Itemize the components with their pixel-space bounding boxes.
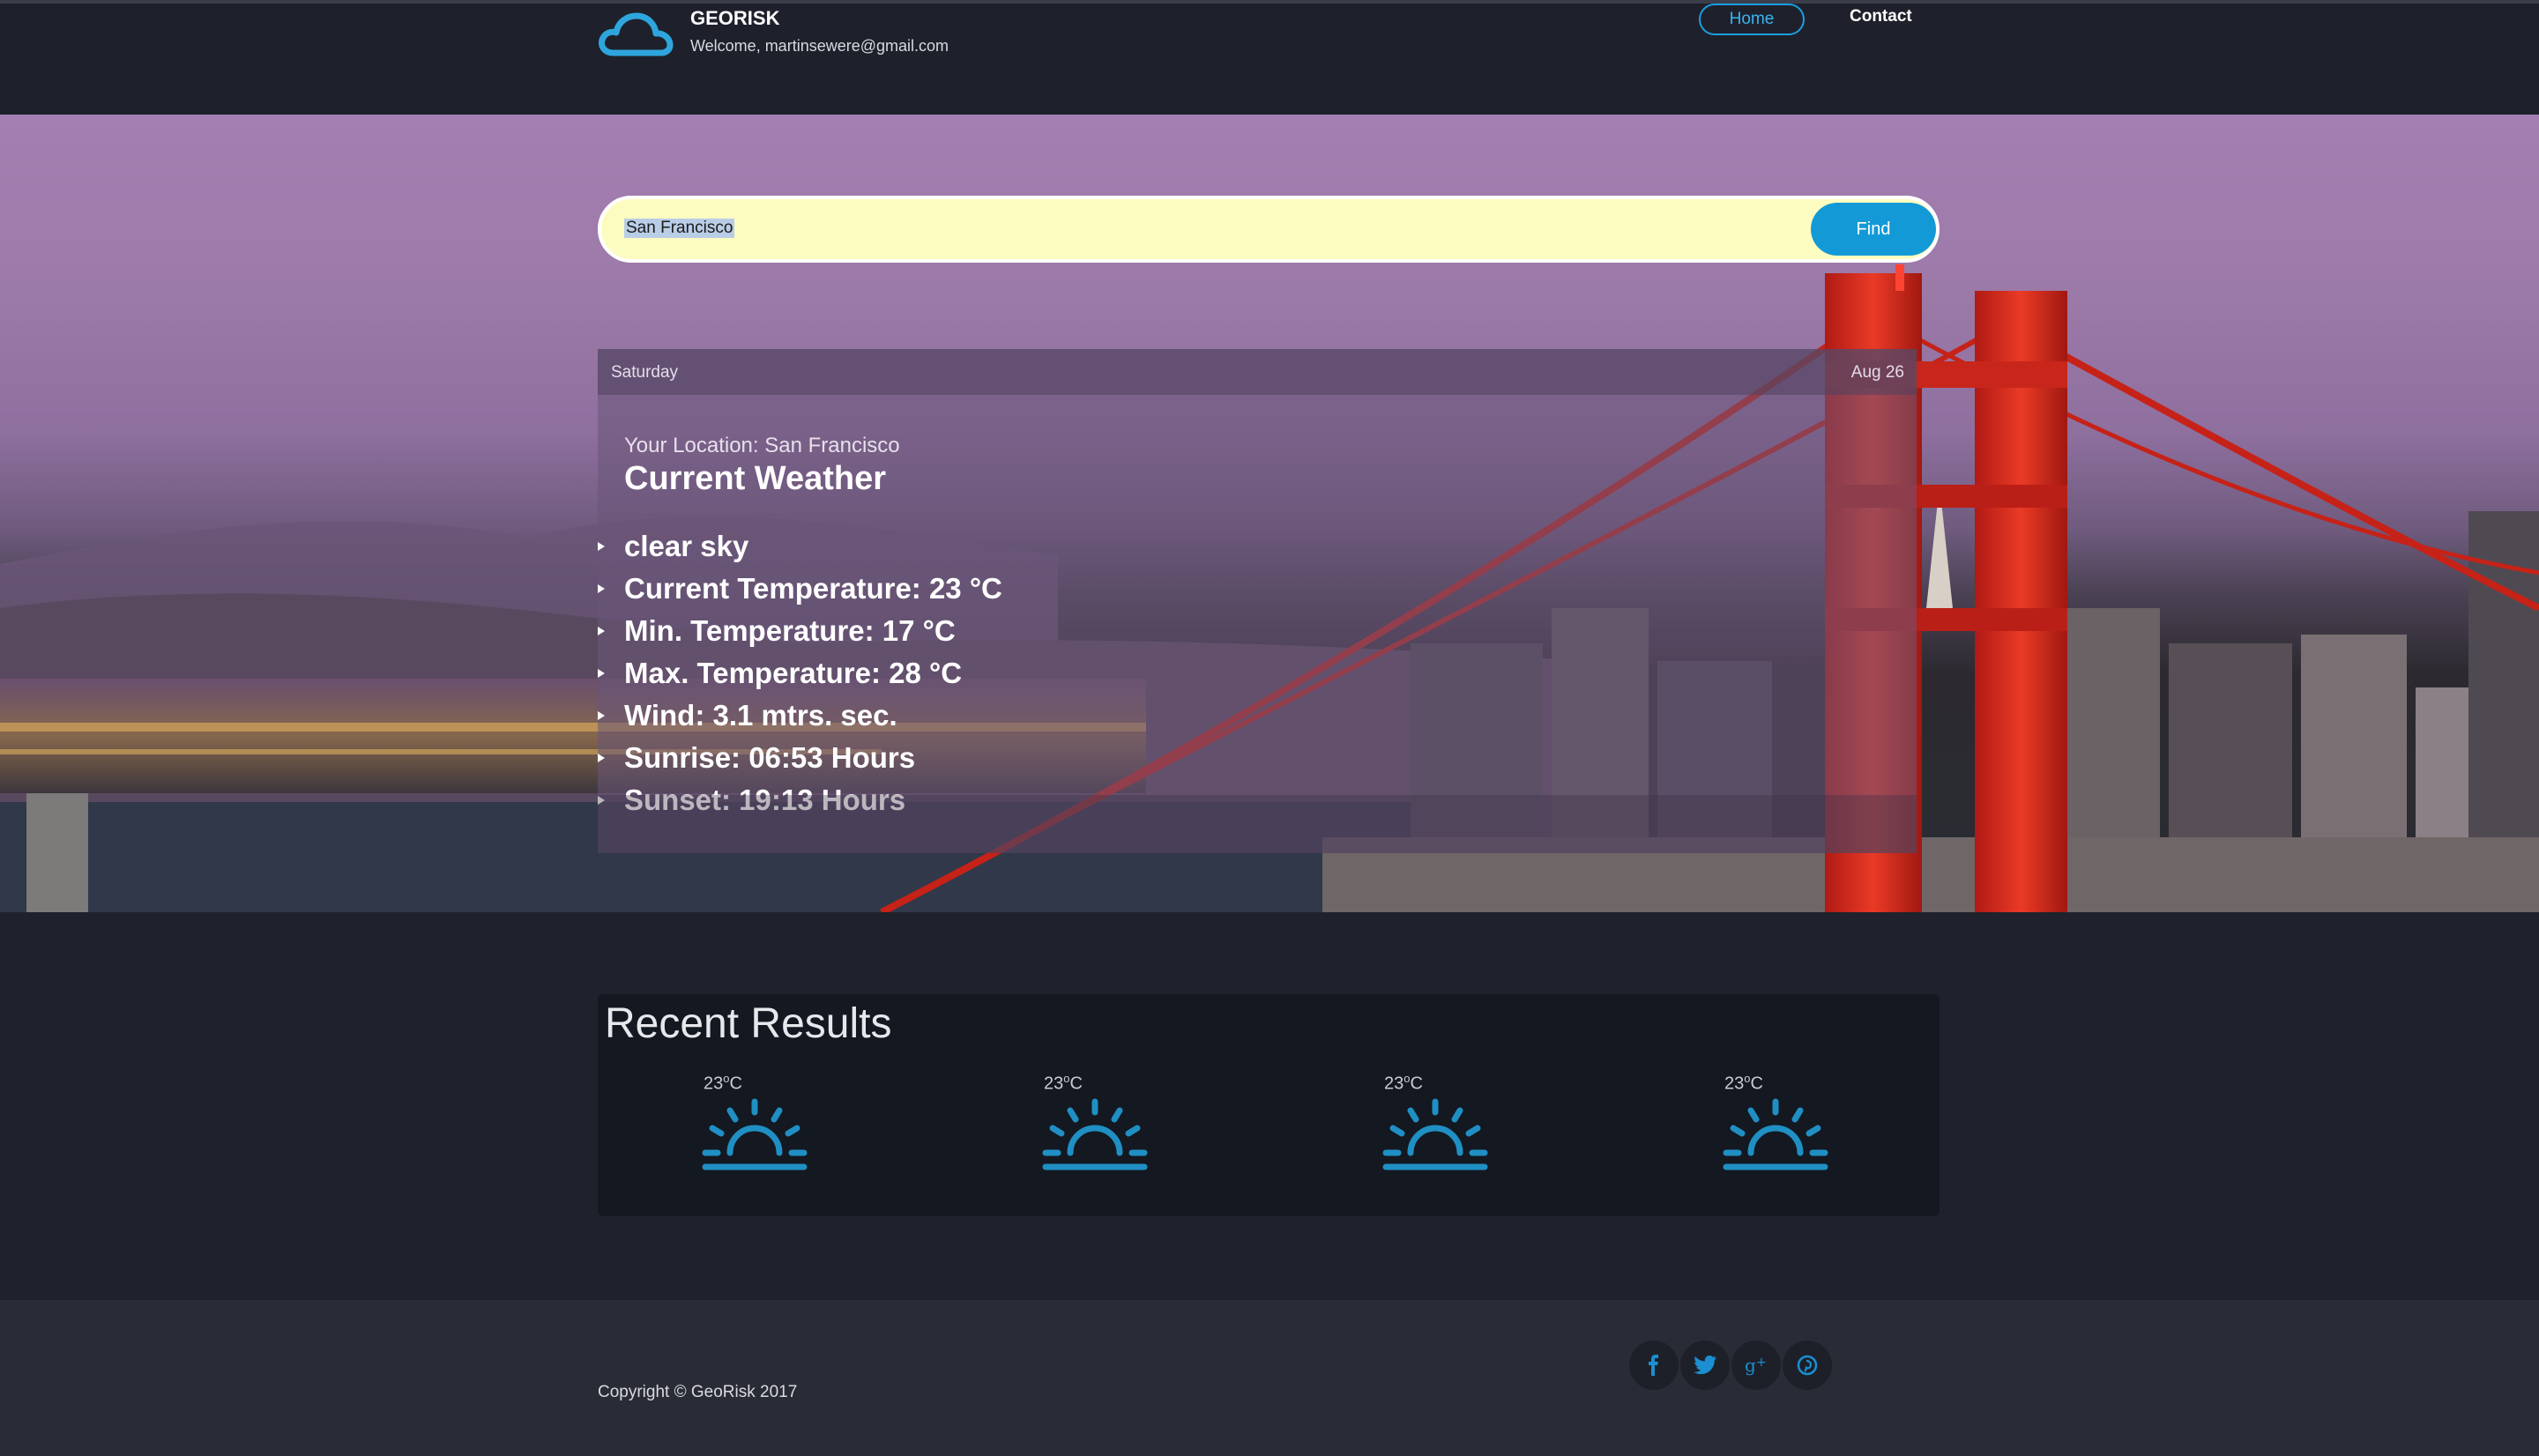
pinterest-icon[interactable] — [1783, 1341, 1832, 1390]
svg-text:+: + — [1756, 1356, 1767, 1370]
find-button[interactable]: Find — [1811, 203, 1936, 256]
weather-condition: clear sky — [598, 525, 1002, 568]
weather-details-list: clear sky Current Temperature: 23 °C Min… — [598, 525, 1002, 821]
result-temperature: 23oC — [1044, 1072, 1083, 1094]
result-temperature: 23oC — [1384, 1072, 1423, 1094]
search-bar: San Francisco Find — [598, 196, 1940, 263]
brand-name[interactable]: GEORISK — [690, 7, 779, 30]
google-plus-icon[interactable]: g + — [1731, 1341, 1781, 1390]
hero-banner: San Francisco Find Saturday Aug 26 Your … — [0, 115, 2539, 912]
site-header: GEORISK Welcome, martinsewere@gmail.com … — [0, 4, 2539, 115]
weather-card-header: Saturday Aug 26 — [598, 349, 1917, 395]
sunrise-icon — [1042, 1098, 1148, 1170]
sunrise-icon — [1382, 1098, 1488, 1170]
recent-result-item[interactable]: 23oC — [1031, 1072, 1155, 1177]
weather-current-temp: Current Temperature: 23 °C — [598, 568, 1002, 610]
weather-card: Saturday Aug 26 Your Location: San Franc… — [598, 349, 1917, 853]
weather-title: Current Weather — [624, 460, 887, 497]
search-input[interactable]: San Francisco — [624, 219, 735, 238]
recent-results-title: Recent Results — [605, 1000, 892, 1047]
nav-contact[interactable]: Contact — [1850, 7, 1912, 32]
recent-results-panel: Recent Results 23oC 23oC 23oC 23oC — [598, 994, 1940, 1216]
sunrise-icon — [702, 1098, 808, 1170]
site-footer: Copyright © GeoRisk 2017 g + — [0, 1300, 2539, 1456]
welcome-text: Welcome, martinsewere@gmail.com — [690, 37, 949, 55]
nav-home[interactable]: Home — [1699, 4, 1805, 35]
result-temperature: 23oC — [1724, 1072, 1763, 1094]
recent-result-item[interactable]: 23oC — [1712, 1072, 1835, 1177]
weather-date: Aug 26 — [1850, 363, 1904, 382]
weather-wind: Wind: 3.1 mtrs. sec. — [598, 695, 1002, 737]
cloud-icon[interactable] — [598, 9, 677, 58]
weather-max-temp: Max. Temperature: 28 °C — [598, 652, 1002, 695]
recent-result-item[interactable]: 23oC — [1372, 1072, 1495, 1177]
sunrise-icon — [1723, 1098, 1828, 1170]
recent-result-item[interactable]: 23oC — [691, 1072, 815, 1177]
weather-location: Your Location: San Francisco — [624, 434, 900, 457]
weather-sunrise: Sunrise: 06:53 Hours — [598, 737, 1002, 779]
svg-text:g: g — [1745, 1355, 1756, 1376]
twitter-icon[interactable] — [1680, 1341, 1730, 1390]
weather-day: Saturday — [611, 363, 679, 382]
copyright-text: Copyright © GeoRisk 2017 — [598, 1383, 798, 1401]
weather-min-temp: Min. Temperature: 17 °C — [598, 610, 1002, 652]
facebook-icon[interactable] — [1629, 1341, 1679, 1390]
weather-card-footer — [598, 795, 1917, 853]
result-temperature: 23oC — [704, 1072, 742, 1094]
